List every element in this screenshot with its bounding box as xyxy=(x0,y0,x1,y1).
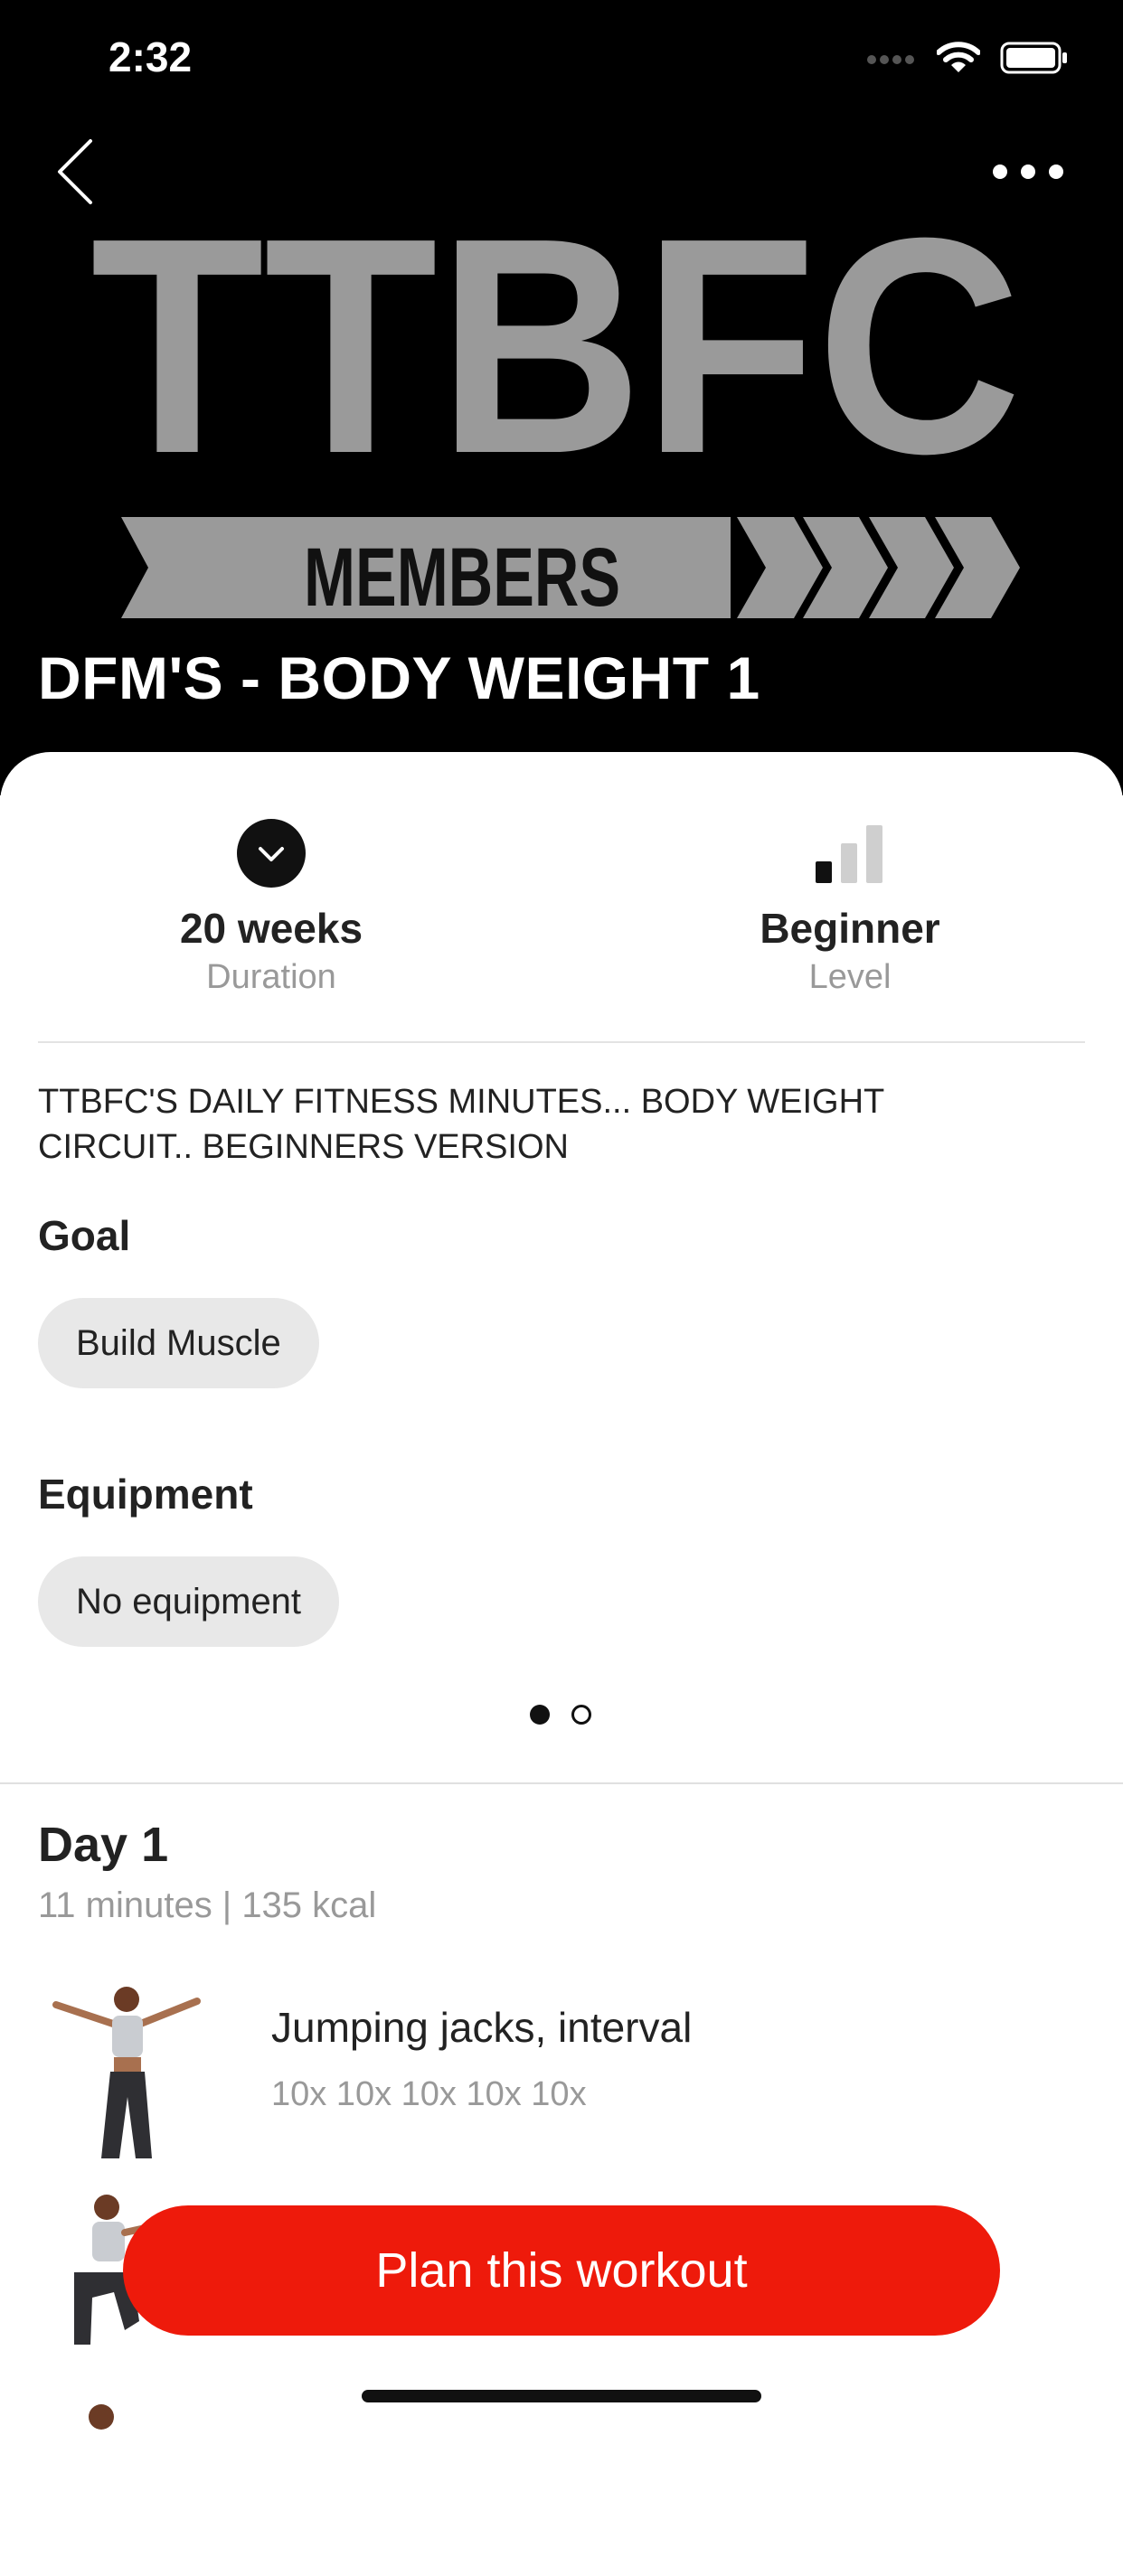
level-stat: Beginner Level xyxy=(624,817,1076,997)
exercise-name: Jumping jacks, interval xyxy=(271,2004,693,2051)
section-divider xyxy=(0,1782,1123,1784)
chevron-down-circle-icon xyxy=(237,819,306,888)
page-dot-active[interactable] xyxy=(530,1705,550,1725)
equipment-heading: Equipment xyxy=(38,1471,253,1518)
program-logo: TTBFC MEMBERS xyxy=(72,174,1067,633)
status-time: 2:32 xyxy=(109,33,193,80)
home-indicator xyxy=(362,2390,761,2402)
level-value: Beginner xyxy=(760,905,940,952)
exercise-reps: 10x 10x 10x 10x 10x xyxy=(271,2075,587,2113)
plan-workout-button[interactable]: Plan this workout xyxy=(123,2205,1000,2336)
goal-chip: Build Muscle xyxy=(38,1298,319,1388)
duration-value: 20 weeks xyxy=(179,905,363,952)
page-dot[interactable] xyxy=(571,1705,591,1725)
wifi-icon xyxy=(937,42,980,72)
page-indicator[interactable] xyxy=(530,1705,591,1725)
exercise-thumbnail xyxy=(89,2404,114,2430)
program-description: TTBFC'S DAILY FITNESS MINUTES... BODY WE… xyxy=(38,1079,1069,1170)
description-line: TTBFC'S DAILY FITNESS MINUTES... BODY WE… xyxy=(38,1083,885,1121)
signal-bars-icon xyxy=(816,825,882,883)
program-details-sheet: 20 weeks Duration Beginner Level TTBFC'S… xyxy=(0,752,1123,2430)
exercise-row[interactable]: Jumping jacks, interval 10x 10x 10x 10x … xyxy=(38,1979,1087,2160)
duration-stat: 20 weeks Duration xyxy=(45,817,497,997)
exercise-thumbnail xyxy=(52,1987,201,2158)
status-icons xyxy=(866,42,1069,74)
goal-heading: Goal xyxy=(38,1212,131,1259)
logo-text: TTBFC xyxy=(90,181,1022,518)
day-summary: 11 minutes | 135 kcal xyxy=(38,1885,377,1925)
description-line: CIRCUIT.. BEGINNERS VERSION xyxy=(38,1128,569,1166)
day-title: Day 1 xyxy=(38,1818,169,1872)
battery-icon xyxy=(1000,42,1067,74)
logo-banner-text: MEMBERS xyxy=(304,531,620,624)
exercise-row[interactable] xyxy=(38,2395,1087,2576)
equipment-chip: No equipment xyxy=(38,1556,340,1647)
duration-label: Duration xyxy=(206,958,336,996)
stats-divider xyxy=(38,1041,1085,1043)
level-label: Level xyxy=(808,958,892,996)
cellular-signal-icon xyxy=(867,55,914,64)
program-title: DFM'S - BODY WEIGHT 1 xyxy=(38,644,760,711)
hero-header: 2:32 TTBFC MEMBERS DFM'S - BODY WEIGHT 1 xyxy=(0,0,1123,795)
